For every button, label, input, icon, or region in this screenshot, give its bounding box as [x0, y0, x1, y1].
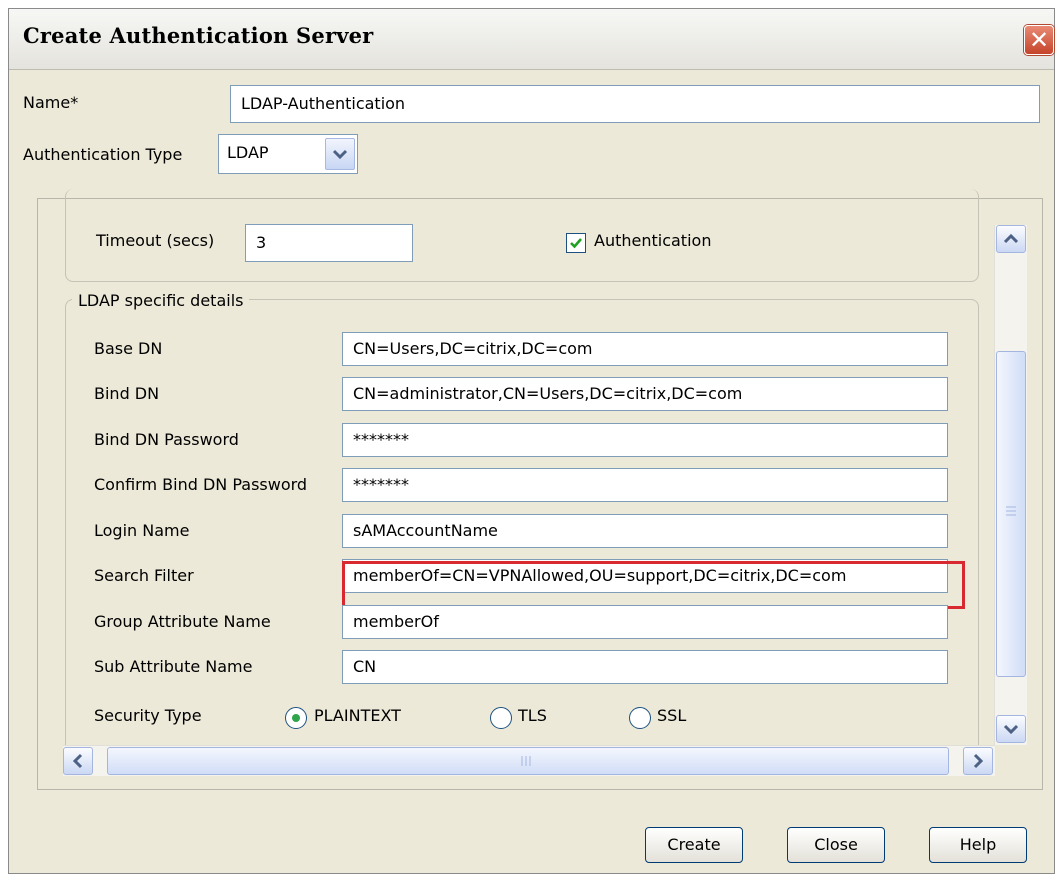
close-button[interactable]: Close	[787, 827, 885, 863]
confirm-bind-dn-password-label: Confirm Bind DN Password	[94, 475, 308, 494]
horizontal-scroll-thumb[interactable]	[107, 747, 949, 775]
security-type-label: Security Type	[94, 706, 202, 725]
security-ssl-label: SSL	[657, 706, 687, 725]
horizontal-scrollbar[interactable]	[63, 745, 995, 776]
security-tls-label: TLS	[518, 706, 547, 725]
authentication-checkbox[interactable]	[566, 233, 586, 253]
dialog-title: Create Authentication Server	[23, 23, 374, 48]
group-attribute-name-label: Group Attribute Name	[94, 612, 271, 631]
checkmark-icon	[570, 238, 582, 249]
authentication-type-value: LDAP	[227, 143, 269, 162]
bind-dn-password-input[interactable]: *******	[342, 423, 948, 457]
security-plaintext-radio[interactable]	[285, 707, 307, 729]
create-authentication-server-dialog: Create Authentication Server ✕ Name* LDA…	[8, 8, 1055, 874]
chevron-down-icon[interactable]	[325, 138, 355, 170]
timeout-label: Timeout (secs)	[96, 231, 215, 250]
login-name-label: Login Name	[94, 521, 190, 540]
arrow-down-icon[interactable]	[996, 715, 1026, 743]
close-icon[interactable]: ✕	[1024, 25, 1054, 55]
name-label: Name*	[23, 93, 79, 112]
security-plaintext-label: PLAINTEXT	[314, 706, 401, 725]
vertical-scrollbar[interactable]	[994, 225, 1027, 745]
timeout-input[interactable]: 3	[245, 224, 413, 262]
sub-attribute-name-label: Sub Attribute Name	[94, 657, 253, 676]
security-tls-radio[interactable]	[490, 707, 512, 729]
search-filter-highlight	[342, 561, 965, 609]
help-button[interactable]: Help	[929, 827, 1027, 863]
create-button[interactable]: Create	[645, 827, 743, 863]
login-name-input[interactable]: sAMAccountName	[342, 514, 948, 548]
title-bar: Create Authentication Server ✕	[9, 9, 1054, 70]
bind-dn-password-label: Bind DN Password	[94, 430, 239, 449]
arrow-left-icon[interactable]	[63, 747, 93, 775]
ldap-details-legend: LDAP specific details	[72, 291, 250, 310]
security-ssl-radio[interactable]	[629, 707, 651, 729]
bind-dn-label: Bind DN	[94, 384, 160, 403]
sub-attribute-name-input[interactable]: CN	[342, 650, 948, 684]
authentication-checkbox-label: Authentication	[594, 231, 712, 250]
group-attribute-name-input[interactable]: memberOf	[342, 605, 948, 639]
bind-dn-input[interactable]: CN=administrator,CN=Users,DC=citrix,DC=c…	[342, 377, 948, 411]
arrow-up-icon[interactable]	[996, 225, 1026, 253]
authentication-type-label: Authentication Type	[23, 145, 183, 164]
base-dn-input[interactable]: CN=Users,DC=citrix,DC=com	[342, 332, 948, 366]
authentication-type-select[interactable]: LDAP	[218, 134, 358, 174]
search-filter-label: Search Filter	[94, 566, 194, 585]
arrow-right-icon[interactable]	[963, 747, 993, 775]
name-input[interactable]: LDAP-Authentication	[230, 85, 1040, 123]
vertical-scroll-thumb[interactable]	[996, 351, 1026, 677]
base-dn-label: Base DN	[94, 339, 163, 358]
confirm-bind-dn-password-input[interactable]: *******	[342, 468, 948, 502]
